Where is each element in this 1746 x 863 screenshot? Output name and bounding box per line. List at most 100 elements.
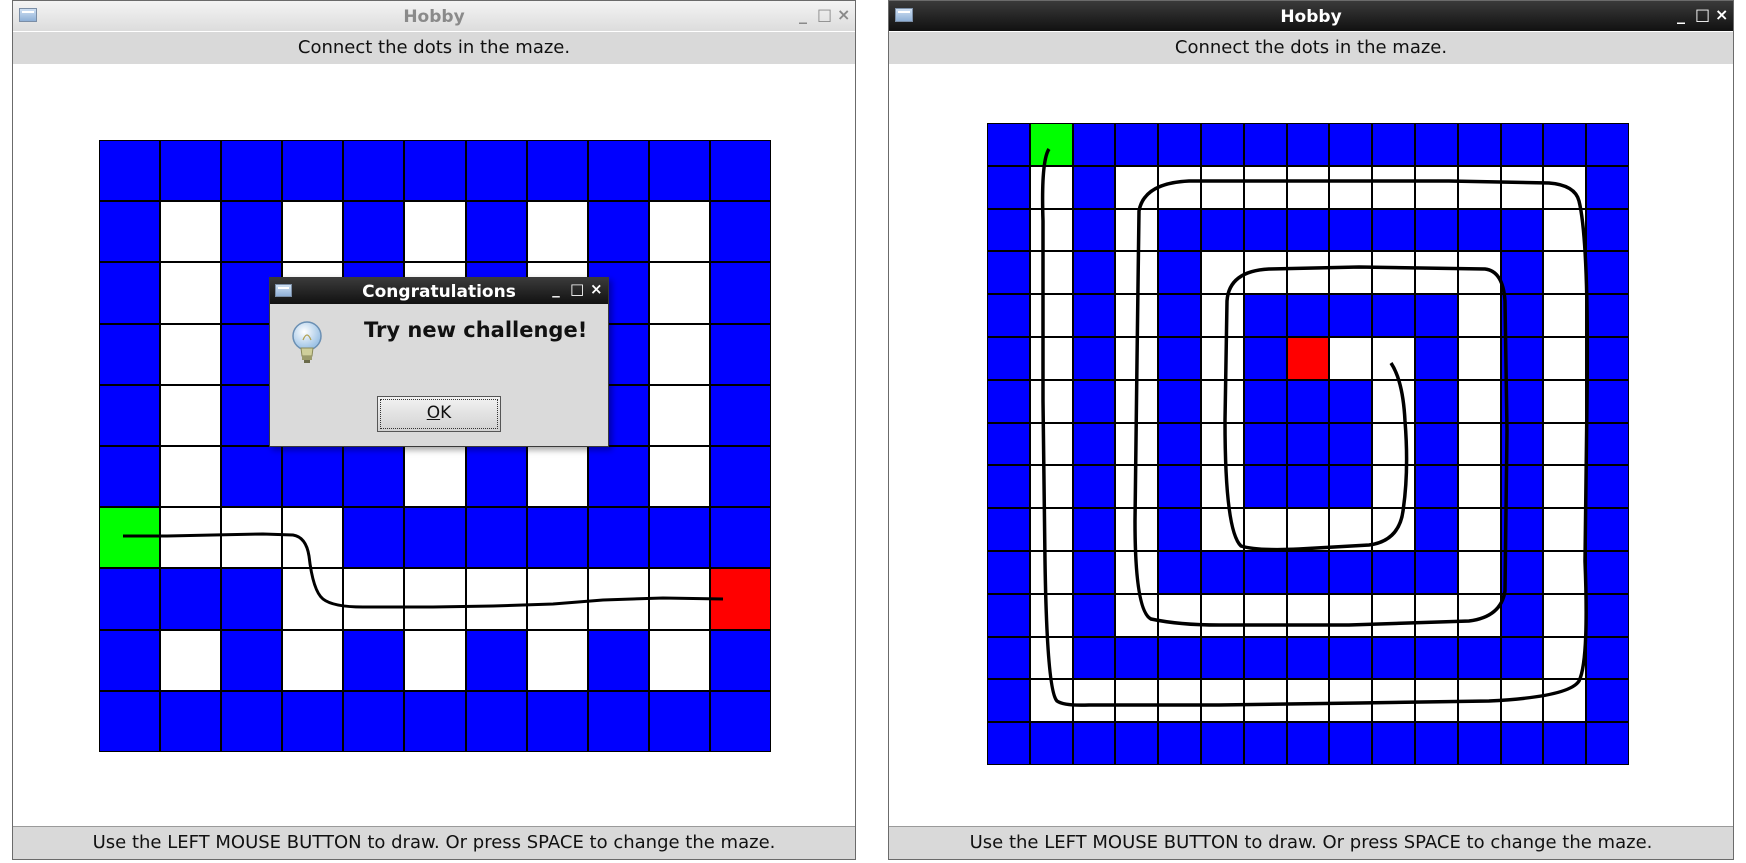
maze-cell-wall[interactable] [343,690,405,752]
maze-cell-wall[interactable] [1414,722,1458,765]
ok-button[interactable]: OK [377,396,501,432]
maze-cell-wall[interactable] [1158,251,1201,295]
maze-cell-open[interactable] [526,446,588,508]
maze-cell-wall[interactable] [1158,208,1201,252]
maze-cell-wall[interactable] [1115,722,1159,765]
maze-cell-open[interactable] [648,384,710,446]
maze-cell-wall[interactable] [987,722,1030,765]
maze-cell-wall[interactable] [1286,294,1330,337]
maze-cell-wall[interactable] [1500,722,1544,765]
close-icon[interactable]: × [1715,5,1728,24]
maze-cell-open[interactable] [1457,508,1501,551]
maze-cell-open[interactable] [1243,508,1287,551]
maze-cell-open[interactable] [1457,593,1501,637]
maze-cell-open[interactable] [1115,508,1159,551]
maze-cell-open[interactable] [1500,165,1544,209]
maze-cell-open[interactable] [1543,465,1587,509]
maze-cell-wall[interactable] [1286,550,1330,594]
maze-cell-open[interactable] [160,262,222,324]
maze-cell-wall[interactable] [587,140,649,202]
maze-cell-wall[interactable] [1158,336,1201,380]
maze-cell-wall[interactable] [1243,294,1287,337]
maze-cell-open[interactable] [1372,422,1415,466]
maze-cell-open[interactable] [1543,508,1587,551]
maze-cell-wall[interactable] [1158,550,1201,594]
maze-cell-open[interactable] [160,507,222,569]
maze-cell-wall[interactable] [1329,722,1373,765]
maze-cell-wall[interactable] [1414,123,1458,166]
maze-cell-open[interactable] [1457,550,1501,594]
maze-cell-open[interactable] [1329,508,1373,551]
maze-cell-wall[interactable] [1414,465,1458,509]
maze-cell-wall[interactable] [1243,123,1287,166]
maze-cell-wall[interactable] [1500,636,1544,680]
maze-cell-wall[interactable] [282,690,344,752]
maze-cell-open[interactable] [1457,379,1501,423]
maze-cell-open[interactable] [1329,593,1373,637]
maze-cell-open[interactable] [648,446,710,508]
maze-cell-wall[interactable] [1457,208,1501,252]
maze-cell-open[interactable] [1414,679,1458,723]
maze-cell-wall[interactable] [1286,636,1330,680]
maze-cell-open[interactable] [1200,679,1244,723]
maze-cell-wall[interactable] [343,201,405,263]
maze-cell-open[interactable] [404,568,466,630]
maze-cell-open[interactable] [1029,593,1073,637]
maze-cell-open[interactable] [1029,294,1073,337]
maze-cell-wall[interactable] [1200,722,1244,765]
maze-cell-wall[interactable] [1586,165,1629,209]
maze-cell-open[interactable] [282,507,344,569]
maze-cell-open[interactable] [1200,593,1244,637]
maze-cell-open[interactable] [1029,636,1073,680]
maze-cell-open[interactable] [1543,593,1587,637]
maze-cell-wall[interactable] [1414,550,1458,594]
maze-cell-wall[interactable] [1500,379,1544,423]
maze-cell-wall[interactable] [1329,123,1373,166]
minimize-icon[interactable]: _ [797,5,809,24]
maze-cell-wall[interactable] [282,140,344,202]
maze-cell-wall[interactable] [1072,165,1116,209]
maze-cell-open[interactable] [1029,465,1073,509]
maze-cell-open[interactable] [1414,251,1458,295]
maze-cell-wall[interactable] [221,690,283,752]
maze-cell-wall[interactable] [709,262,771,324]
maze-cell-wall[interactable] [987,550,1030,594]
maze-cell-open[interactable] [160,201,222,263]
maze-cell-open[interactable] [526,568,588,630]
maze-cell-wall[interactable] [1586,294,1629,337]
maze-cell-wall[interactable] [987,636,1030,680]
maze-cell-open[interactable] [404,201,466,263]
maze-grid[interactable] [987,123,1629,765]
maze-cell-wall[interactable] [1414,422,1458,466]
title-bar[interactable]: Hobby _ □ × [13,1,855,31]
maze-cell-wall[interactable] [1072,508,1116,551]
maze-cell-open[interactable] [1543,251,1587,295]
maze-cell-open[interactable] [1372,336,1415,380]
maze-cell-open[interactable] [160,323,222,385]
maze-cell-open[interactable] [1072,679,1116,723]
maze-cell-open[interactable] [1200,294,1244,337]
maze-cell-open[interactable] [1543,336,1587,380]
maze-cell-wall[interactable] [987,508,1030,551]
maze-cell-open[interactable] [1543,165,1587,209]
maze-cell-wall[interactable] [1286,722,1330,765]
maze-cell-wall[interactable] [1457,636,1501,680]
maze-cell-open[interactable] [221,507,283,569]
maze-cell-wall[interactable] [1586,508,1629,551]
maze-cell-wall[interactable] [221,446,283,508]
maze-cell-wall[interactable] [1586,722,1629,765]
maze-cell-open[interactable] [648,262,710,324]
maze-cell-open[interactable] [1115,251,1159,295]
maze-cell-wall[interactable] [1500,550,1544,594]
maze-cell-open[interactable] [404,629,466,691]
maze-cell-wall[interactable] [160,568,222,630]
maze-cell-wall[interactable] [1500,123,1544,166]
maze-cell-wall[interactable] [1500,422,1544,466]
maze-cell-open[interactable] [282,629,344,691]
maze-cell-wall[interactable] [1158,123,1201,166]
maze-cell-wall[interactable] [709,140,771,202]
maze-cell-open[interactable] [160,384,222,446]
maze-cell-wall[interactable] [1286,123,1330,166]
maze-cell-open[interactable] [1457,336,1501,380]
maze-cell-open[interactable] [1286,251,1330,295]
